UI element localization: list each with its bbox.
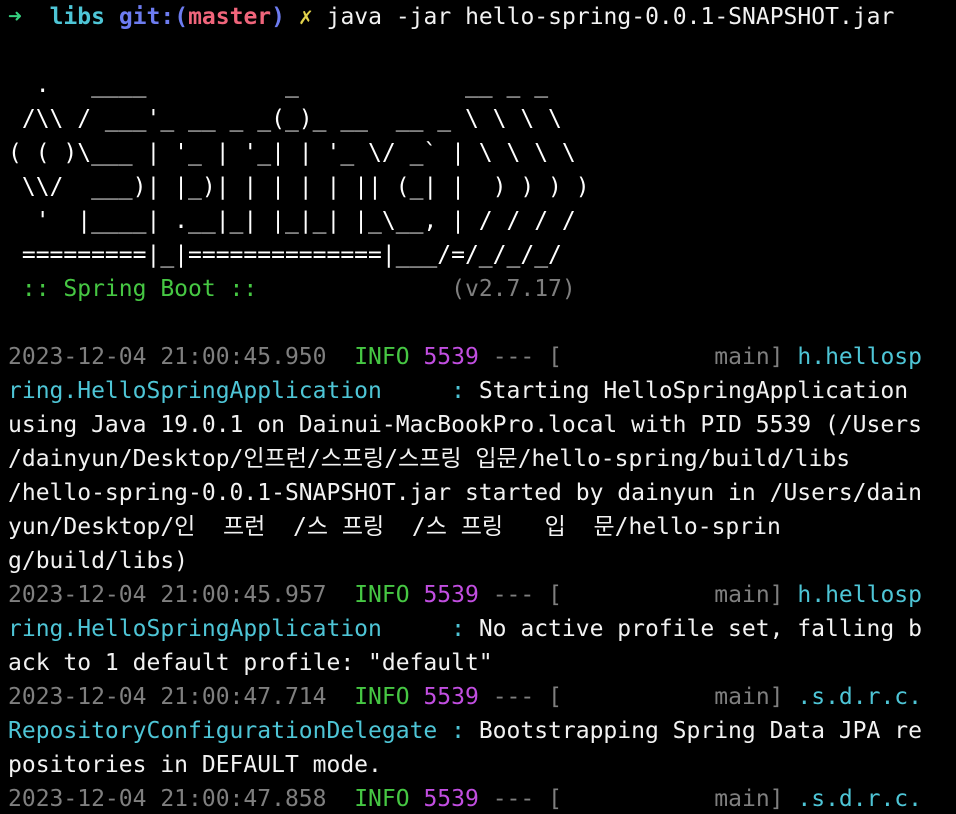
git-label-close: ) <box>271 4 286 30</box>
command-text: java -jar hello-spring-0.0.1-SNAPSHOT.ja… <box>326 4 895 30</box>
log-colon: : <box>437 718 479 744</box>
log-pid: 5539 <box>423 582 479 608</box>
log-message-continuation: /dainyun/Desktop/인프런/스프링/스프링 입문/hello-sp… <box>8 446 851 472</box>
spring-boot-version-line: :: Spring Boot :: (v2.7.17) <box>8 272 956 306</box>
git-branch: master <box>188 4 272 30</box>
log-logger: h.hellosp <box>797 582 922 608</box>
git-label: git:( <box>118 4 189 30</box>
log-timestamp: 2023-12-04 21:00:47.858 <box>8 786 327 812</box>
current-directory: libs <box>49 4 105 30</box>
banner-line: . ____ _ __ _ _ <box>8 72 549 98</box>
log-timestamp: 2023-12-04 21:00:47.714 <box>8 684 327 710</box>
log-line: 2023-12-04 21:00:45.957 INFO 5539 --- [ … <box>8 578 956 612</box>
log-separator: --- [ <box>492 684 562 710</box>
log-message: Bootstrapping Spring Data JPA re <box>478 718 922 744</box>
log-message: Starting HelloSpringApplication <box>478 378 909 404</box>
log-timestamp: 2023-12-04 21:00:45.957 <box>8 582 327 608</box>
log-separator: --- [ <box>492 786 562 812</box>
log-level: INFO <box>354 344 410 370</box>
log-thread: main] <box>561 582 784 608</box>
log-timestamp: 2023-12-04 21:00:45.950 <box>8 344 327 370</box>
banner-line: ( ( )\___ | '_ | '_| | '_ \/ _` | \ \ \ … <box>8 140 576 166</box>
log-thread: main] <box>561 786 784 812</box>
log-thread: main] <box>561 684 784 710</box>
log-separator: --- [ <box>492 582 562 608</box>
log-level: INFO <box>354 786 410 812</box>
dirty-mark-icon: ✗ <box>298 4 313 30</box>
terminal-window[interactable]: ➜ libs git:(master) ✗ java -jar hello-sp… <box>0 0 956 814</box>
log-level: INFO <box>354 684 410 710</box>
log-message-continuation: positories in DEFAULT mode. <box>8 752 382 778</box>
banner-line: /\\ / ___'_ __ _ _(_)_ __ __ _ \ \ \ \ <box>8 106 562 132</box>
log-colon: : <box>381 378 479 404</box>
log-line: 2023-12-04 21:00:47.714 INFO 5539 --- [ … <box>8 680 956 714</box>
log-thread: main] <box>561 344 784 370</box>
log-message-continuation: using Java 19.0.1 on Dainui-MacBookPro.l… <box>8 412 922 438</box>
log-line: 2023-12-04 21:00:47.858 INFO 5539 --- [ … <box>8 782 956 814</box>
log-line: 2023-12-04 21:00:45.950 INFO 5539 --- [ … <box>8 340 956 374</box>
log-line: RepositoryConfigurationDelegate : Bootst… <box>8 714 956 748</box>
spring-boot-label: :: Spring Boot :: <box>8 276 272 302</box>
log-logger: ring.HelloSpringApplication <box>8 378 382 404</box>
log-logger: h.hellosp <box>797 344 922 370</box>
log-message-continuation: ack to 1 default profile: "default" <box>8 650 493 676</box>
log-line: ring.HelloSpringApplication : No active … <box>8 612 956 646</box>
log-message: No active profile set, falling b <box>478 616 922 642</box>
log-logger: .s.d.r.c. <box>797 684 922 710</box>
log-colon: : <box>381 616 479 642</box>
banner-line: \\/ ___)| |_)| | | | | || (_| | ) ) ) ) <box>8 174 590 200</box>
prompt-arrow-icon: ➜ <box>8 4 22 30</box>
log-pid: 5539 <box>423 344 479 370</box>
log-message-continuation: /hello-spring-0.0.1-SNAPSHOT.jar started… <box>8 480 922 506</box>
log-pid: 5539 <box>423 786 479 812</box>
log-separator: --- [ <box>492 344 562 370</box>
log-message-continuation: yun/Desktop/인 프런 /스 프링 /스 프링 입 문/hello-s… <box>8 514 781 540</box>
log-logger: RepositoryConfigurationDelegate <box>8 718 438 744</box>
log-line: ring.HelloSpringApplication : Starting H… <box>8 374 956 408</box>
log-logger: .s.d.r.c. <box>797 786 922 812</box>
banner-line: =========|_|==============|___/=/_/_/_/ <box>8 242 562 268</box>
log-message-continuation: g/build/libs) <box>8 548 189 574</box>
spring-boot-version: (v2.7.17) <box>451 276 576 302</box>
prompt-line: ➜ libs git:(master) ✗ java -jar hello-sp… <box>8 0 956 34</box>
log-pid: 5539 <box>423 684 479 710</box>
log-level: INFO <box>354 582 410 608</box>
banner-line: ' |____| .__|_| |_|_| |_\__, | / / / / <box>8 208 576 234</box>
log-logger: ring.HelloSpringApplication <box>8 616 382 642</box>
